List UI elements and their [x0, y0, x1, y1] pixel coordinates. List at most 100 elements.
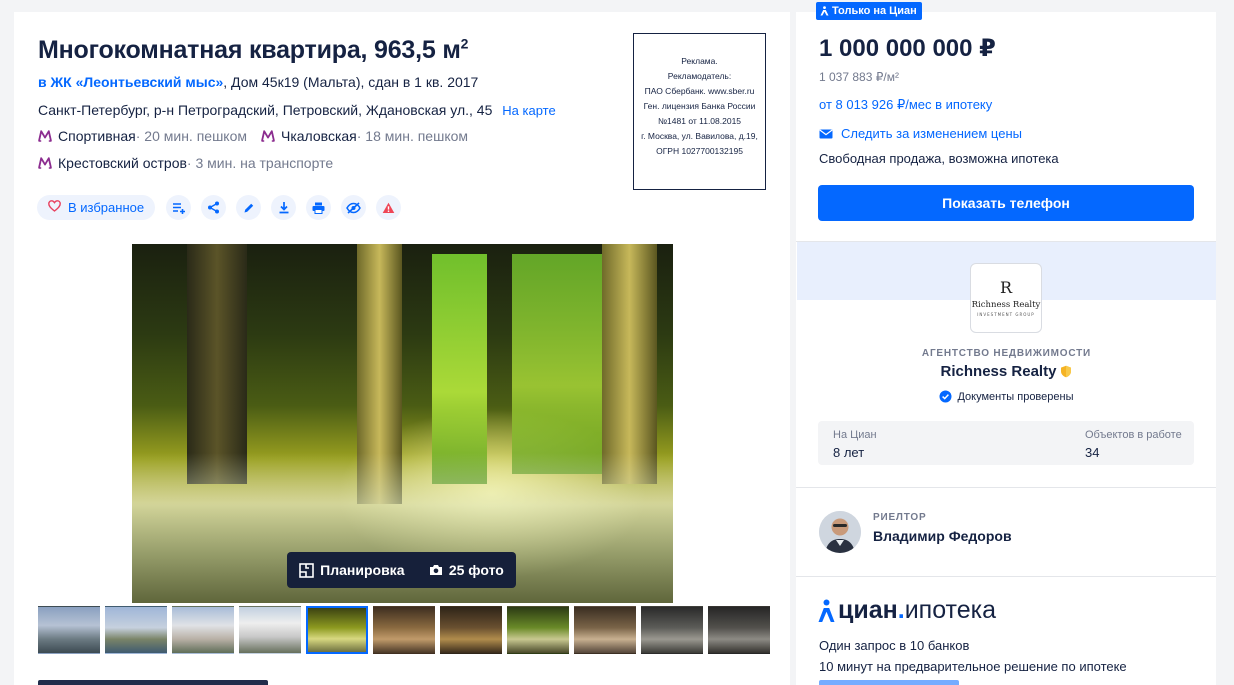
photo-decor	[432, 254, 487, 484]
photo-thumbnail[interactable]	[105, 606, 167, 654]
share-icon	[208, 201, 220, 214]
photo-thumbnail[interactable]	[239, 606, 301, 654]
photo-thumbnail[interactable]	[38, 606, 100, 654]
ad-line: Ген. лицензия Банка России	[643, 101, 756, 111]
cian-badge-label: Только на Циан	[832, 5, 917, 17]
metro-time: · 3 мин. на транспорте	[186, 155, 334, 171]
metro-time: · 18 мин. пешком	[356, 128, 469, 144]
print-button[interactable]	[306, 195, 332, 220]
cian-logo-icon	[820, 6, 829, 16]
metro-row: Крестовский остров · 3 мин. на транспорт…	[38, 155, 347, 171]
address: Санкт-Петербург, р-н Петроградский, Петр…	[38, 102, 493, 118]
photo-thumbnail[interactable]	[708, 606, 770, 654]
download-button[interactable]	[271, 195, 297, 220]
ipoteka-brand: циан	[838, 596, 898, 624]
agency-logo-mark: R	[999, 277, 1013, 297]
photo-thumbnail[interactable]	[641, 606, 703, 654]
main-photo[interactable]: Планировка 25 фото	[132, 244, 673, 603]
realtor-name[interactable]: Владимир Федоров	[873, 528, 1012, 544]
documents-verified: Документы проверены	[797, 390, 1216, 403]
avatar[interactable]	[819, 511, 861, 553]
stat-label: Объектов в работе	[1085, 429, 1182, 441]
edit-icon	[244, 203, 253, 212]
ad-line: №1481 от 11.08.2015	[657, 116, 742, 126]
price-watch-link[interactable]: Следить за изменением цены	[819, 126, 1022, 141]
stat-active-objects: Объектов в работе 34	[1085, 429, 1182, 460]
mortgage-link[interactable]: от 8 013 926 ₽/мес в ипотеку	[819, 97, 992, 113]
ad-line: ПАО Сбербанк. www.sber.ru	[644, 86, 755, 96]
floor-plan-icon	[299, 562, 314, 578]
cian-ipoteka-logo[interactable]: циан. ипотека	[818, 596, 996, 625]
print-icon	[312, 202, 325, 214]
favorite-label: В избранное	[68, 200, 145, 215]
ad-line: г. Москва, ул. Вавилова, д.19,	[641, 131, 758, 141]
listing-actions: В избранное	[37, 195, 411, 220]
all-photos-button[interactable]: 25 фото	[429, 562, 504, 578]
photo-thumbnail[interactable]	[574, 606, 636, 654]
metro-station: Спортивная	[58, 128, 136, 144]
camera-icon	[429, 565, 442, 575]
metro-row: Спортивная · 20 мин. пешком Чкаловская ·…	[38, 128, 482, 144]
metro-item[interactable]: Чкаловская · 18 мин. пешком	[261, 128, 468, 144]
photo-thumbnail[interactable]	[172, 606, 234, 654]
share-button[interactable]	[201, 195, 227, 220]
stat-on-cian: На Циан 8 лет	[833, 429, 877, 460]
photo-count: 25 фото	[448, 562, 504, 578]
listing-card: Многокомнатная квартира, 963,5 м2 в ЖК «…	[14, 12, 790, 685]
ipoteka-benefit: 10 минут на предварительное решение по и…	[819, 659, 1127, 674]
metro-item[interactable]: Спортивная · 20 мин. пешком	[38, 128, 247, 144]
agency-logo-name: Richness Realty	[971, 299, 1041, 310]
price-per-m2: 1 037 883 ₽/м²	[819, 70, 899, 84]
realtor-role: РИЕЛТОР	[873, 512, 927, 523]
edit-button[interactable]	[236, 195, 262, 220]
metro-station: Крестовский остров	[58, 155, 187, 171]
stat-label: На Циан	[833, 429, 877, 441]
report-icon	[382, 202, 395, 213]
photo-thumbnail[interactable]	[507, 606, 569, 654]
hide-button[interactable]	[341, 195, 367, 220]
sale-type: Свободная продажа, возможна ипотека	[819, 151, 1059, 166]
ipoteka-dot: .	[897, 596, 905, 624]
floor-plan-button[interactable]: Планировка	[299, 562, 404, 578]
photo-thumbnail[interactable]	[440, 606, 502, 654]
cian-logo-icon	[818, 599, 835, 622]
section-heading-cutoff	[38, 680, 268, 685]
photo-decor	[512, 254, 607, 474]
ad-line: ОГРН 1027700132195	[656, 146, 743, 156]
divider	[796, 576, 1216, 577]
gallery-controls: Планировка 25 фото	[287, 552, 516, 588]
ipoteka-product: ипотека	[904, 596, 997, 624]
hide-icon	[346, 201, 361, 214]
ipoteka-benefit: Один запрос в 10 банков	[819, 638, 970, 653]
floor-plan-label: Планировка	[320, 562, 405, 578]
complex-details: , Дом 45к19 (Мальта), сдан в 1 кв. 2017	[223, 74, 479, 90]
complex-link[interactable]: в ЖК «Леонтьевский мыс»	[38, 74, 223, 90]
complex-line: в ЖК «Леонтьевский мыс», Дом 45к19 (Маль…	[38, 74, 478, 90]
metro-station: Чкаловская	[281, 128, 357, 144]
documents-verified-label: Документы проверены	[957, 390, 1074, 403]
ipoteka-link-cutoff[interactable]	[819, 680, 959, 685]
agency-stats: На Циан 8 лет Объектов в работе 34	[818, 421, 1194, 465]
shield-icon	[1061, 365, 1072, 378]
photo-decor	[602, 244, 657, 484]
listing-title: Многокомнатная квартира, 963,5 м2	[38, 35, 469, 64]
stat-value: 8 лет	[833, 445, 865, 460]
address-line: Санкт-Петербург, р-н Петроградский, Петр…	[38, 102, 556, 118]
agency-logo[interactable]: R Richness Realty INVESTMENT GROUP	[970, 263, 1042, 333]
map-link[interactable]: На карте	[502, 103, 555, 118]
agency-name[interactable]: Richness Realty	[797, 363, 1216, 380]
photo-decor	[187, 244, 247, 484]
metro-item[interactable]: Крестовский остров · 3 мин. на транспорт…	[38, 155, 333, 171]
agency-type: АГЕНТСТВО НЕДВИЖИМОСТИ	[921, 348, 1092, 359]
favorite-button[interactable]: В избранное	[37, 195, 156, 220]
agency-logo-sub: INVESTMENT GROUP	[977, 311, 1035, 317]
price-watch-label: Следить за изменением цены	[841, 126, 1022, 141]
report-button[interactable]	[376, 195, 402, 220]
photo-thumbnail[interactable]	[306, 606, 368, 654]
metro-time: · 20 мин. пешком	[135, 128, 247, 144]
photo-thumbnail[interactable]	[373, 606, 435, 654]
verified-check-icon	[939, 390, 952, 403]
show-phone-button[interactable]: Показать телефон	[818, 185, 1194, 221]
heart-icon	[48, 200, 61, 215]
add-to-list-button[interactable]	[166, 195, 192, 220]
